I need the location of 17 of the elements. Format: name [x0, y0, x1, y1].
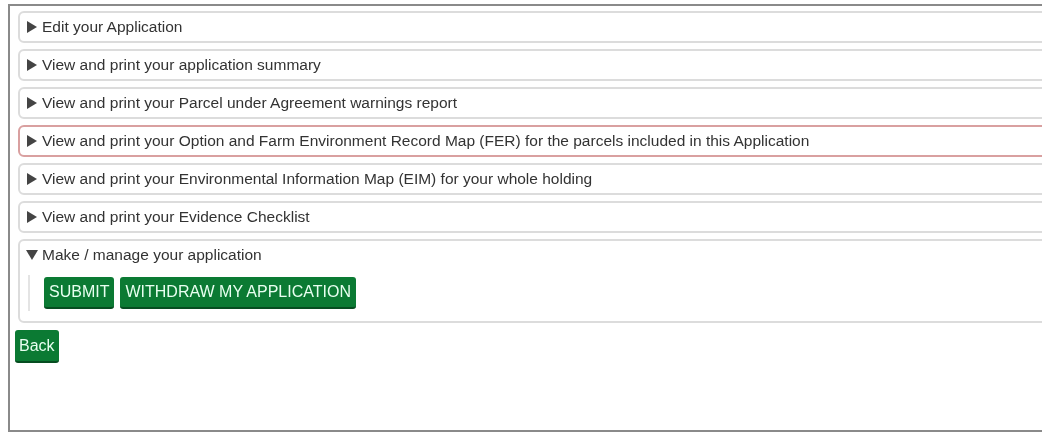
triangle-right-icon[interactable]	[26, 59, 38, 71]
triangle-right-icon[interactable]	[26, 135, 38, 147]
section-title[interactable]: Edit your Application	[42, 15, 183, 39]
back-button[interactable]: Back	[15, 330, 59, 363]
section-title[interactable]: Make / manage your application	[42, 243, 262, 267]
action-button[interactable]: SUBMIT	[44, 277, 115, 309]
section-title[interactable]: View and print your application summary	[42, 53, 321, 77]
triangle-right-icon[interactable]	[26, 173, 38, 185]
triangle-right-icon[interactable]	[26, 97, 38, 109]
triangle-down-icon[interactable]	[26, 249, 38, 261]
section-title[interactable]: View and print your Parcel under Agreement warnings report	[42, 91, 457, 115]
triangle-right-icon[interactable]	[26, 211, 38, 223]
section-title[interactable]: View and print your Option and Farm Environment Record Map (FER) for the parcels included in this Application	[42, 129, 810, 153]
section-title[interactable]: View and print your Evidence Checklist	[42, 205, 310, 229]
section-title[interactable]: View and print your Environmental Information Map (EIM) for your whole holding	[42, 167, 593, 191]
triangle-right-icon[interactable]	[26, 21, 38, 33]
action-button[interactable]: WITHDRAW MY APPLICATION	[120, 277, 356, 309]
